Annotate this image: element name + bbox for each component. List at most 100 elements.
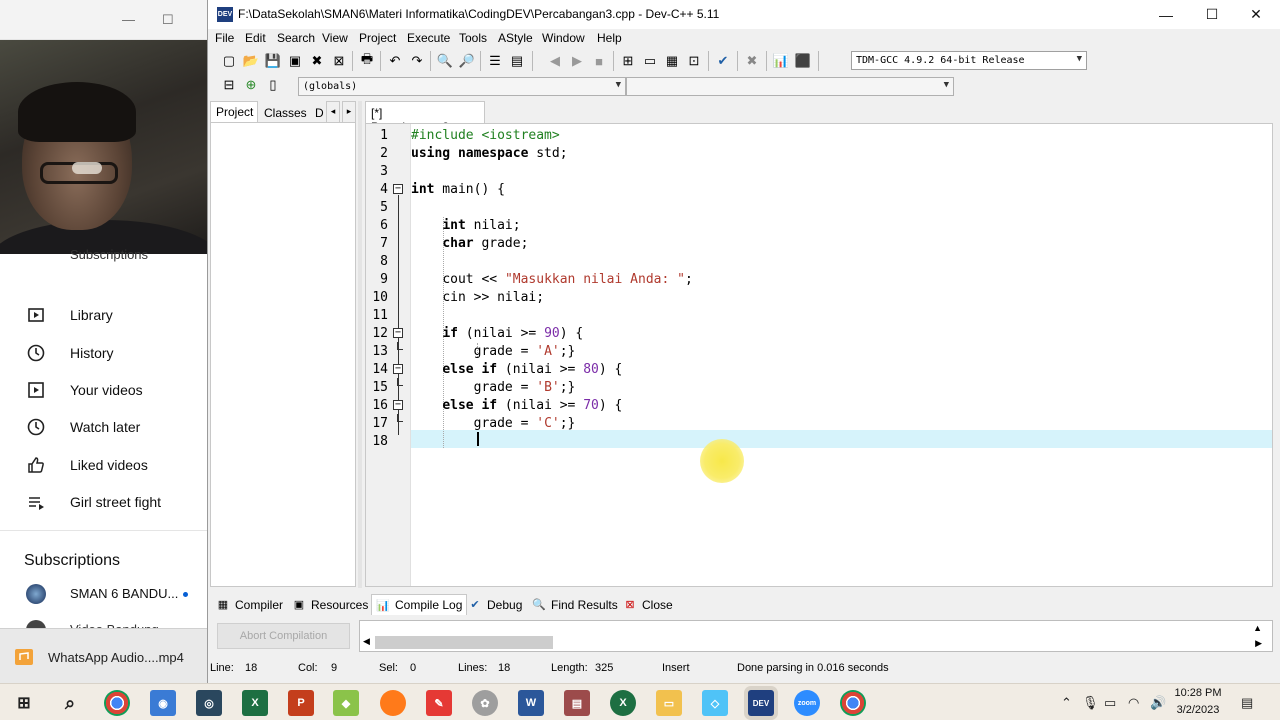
clock-time[interactable]: 10:28 PM (1168, 687, 1228, 699)
menu-tools[interactable]: Tools (459, 31, 487, 45)
powerpoint-icon[interactable]: P (288, 690, 314, 716)
compile-run-icon[interactable]: ▦ (662, 51, 682, 71)
stop-icon[interactable]: ✖ (742, 51, 762, 71)
close-button[interactable]: ✕ (1233, 0, 1279, 29)
panel-splitter[interactable] (358, 101, 362, 588)
compile-icon[interactable]: ⊞ (618, 51, 638, 71)
bookmark-icon[interactable]: ▤ (507, 51, 527, 71)
app-icon[interactable]: ◉ (150, 690, 176, 716)
tab-project[interactable]: Project (210, 101, 258, 123)
close-all-icon[interactable]: ⊠ (329, 51, 349, 71)
menu-view[interactable]: View (322, 31, 348, 45)
sidebar-item-playlist[interactable]: Girl street fight (0, 484, 207, 520)
run-icon[interactable]: ▭ (640, 51, 660, 71)
editor-file-tab[interactable]: [*] Percabangan3.cpp (365, 101, 485, 134)
subscriptions-link-partial[interactable]: Subscriptions (70, 247, 148, 262)
code-editor[interactable]: 1 2 3 4 5 6 7 8 9 10 11 12 13 14 15 16 1… (365, 123, 1273, 587)
fold-minus-icon[interactable]: − (393, 400, 403, 410)
menu-astyle[interactable]: AStyle (498, 31, 533, 45)
replace-icon[interactable]: 🔎 (457, 51, 477, 71)
tab-close[interactable]: ⊠ Close (623, 595, 672, 614)
compiler-select[interactable]: TDM-GCC 4.9.2 64-bit Release ▼ (851, 51, 1087, 70)
horizontal-scrollbar-thumb[interactable] (375, 636, 553, 649)
windows-start-icon[interactable]: ⊞ (11, 690, 37, 716)
menu-help[interactable]: Help (597, 31, 622, 45)
goto-line-icon[interactable]: ☰ (485, 51, 505, 71)
tab-compile-log[interactable]: 📊 Compile Log (371, 594, 468, 615)
tab-scroll-left[interactable]: ◂ (326, 101, 340, 123)
app-icon[interactable]: ▤ (564, 690, 590, 716)
fold-minus-icon[interactable]: − (393, 328, 403, 338)
sidebar-item-liked-videos[interactable]: Liked videos (0, 447, 207, 483)
print-icon[interactable]: 🖶 (357, 51, 377, 71)
chrome-icon[interactable] (104, 690, 130, 716)
sidebar-item-your-videos[interactable]: Your videos (0, 372, 207, 408)
tab-debug[interactable]: D (315, 101, 325, 123)
sidebar-item-watch-later[interactable]: Watch later (0, 409, 207, 445)
word-icon[interactable]: W (518, 690, 544, 716)
firefox-icon[interactable] (380, 690, 406, 716)
scope-dropdown[interactable]: (globals) ▼ (298, 77, 626, 96)
fold-minus-icon[interactable]: − (393, 184, 403, 194)
tab-compiler[interactable]: ▦ Compiler (216, 595, 283, 614)
sidebar-item-library[interactable]: Library (0, 297, 207, 333)
save-icon[interactable]: 💾 (263, 51, 283, 71)
undo-icon[interactable]: ↶ (385, 51, 405, 71)
volume-icon[interactable]: 🔊 (1150, 695, 1166, 711)
project-panel[interactable] (210, 122, 356, 587)
steam-icon[interactable]: ◎ (196, 690, 222, 716)
find-icon[interactable]: 🔍 (435, 51, 455, 71)
app-icon[interactable]: ◇ (702, 690, 728, 716)
uncomment-icon[interactable]: ▯ (263, 75, 283, 95)
battery-icon[interactable]: ▭ (1104, 695, 1116, 711)
chevron-up-icon[interactable]: ⌃ (1061, 695, 1072, 711)
excel-icon[interactable]: X (242, 690, 268, 716)
channel-name[interactable]: SMAN 6 BANDU... (70, 586, 178, 601)
notifications-icon[interactable]: ▤ (1241, 695, 1253, 711)
microphone-icon[interactable]: 🎙 (1082, 695, 1099, 711)
channel-avatar[interactable] (26, 584, 46, 604)
tab-classes[interactable]: Classes (264, 101, 308, 123)
app-icon[interactable]: ✿ (472, 690, 498, 716)
search-icon[interactable]: ⌕ (57, 690, 83, 716)
save-all-icon[interactable]: ▣ (285, 51, 305, 71)
check-syntax-icon[interactable]: ✔ (713, 51, 733, 71)
toggle-bookmark-icon[interactable]: ■ (589, 51, 609, 71)
insert-icon[interactable]: ⊟ (219, 75, 239, 95)
close-file-icon[interactable]: ✖ (307, 51, 327, 71)
forward-icon[interactable]: ▶ (567, 51, 587, 71)
app-icon[interactable]: ✎ (426, 690, 452, 716)
devcpp-icon[interactable]: DEV (748, 690, 774, 716)
maximize-icon[interactable]: ☐ (162, 12, 174, 28)
open-icon[interactable]: 📂 (241, 51, 261, 71)
chrome-icon[interactable] (840, 690, 866, 716)
download-notification[interactable]: WhatsApp Audio....mp4 (0, 628, 207, 683)
zoom-icon[interactable]: zoom (794, 690, 820, 716)
fold-minus-icon[interactable]: − (393, 364, 403, 374)
excel-icon[interactable]: X (610, 690, 636, 716)
menu-project[interactable]: Project (359, 31, 396, 45)
clock-date[interactable]: 3/2/2023 (1168, 704, 1228, 716)
tab-find-results[interactable]: 🔍 Find Results (532, 595, 618, 614)
minimize-button[interactable]: — (1143, 0, 1189, 29)
abort-compilation-button[interactable]: Abort Compilation (217, 623, 350, 649)
profile-delete-icon[interactable]: ⬛ (793, 51, 813, 71)
scroll-up-icon[interactable]: ▲ (1253, 623, 1262, 633)
menu-window[interactable]: Window (542, 31, 585, 45)
scroll-left-icon[interactable]: ◀ (363, 636, 370, 647)
wifi-icon[interactable]: ◠ (1128, 695, 1139, 711)
app-icon[interactable]: ◆ (333, 690, 359, 716)
new-file-icon[interactable]: ▢ (219, 51, 239, 71)
tab-debug[interactable]: ✔ Debug (468, 595, 522, 614)
menu-execute[interactable]: Execute (407, 31, 450, 45)
tab-resources[interactable]: ▣ Resources (292, 595, 369, 614)
redo-icon[interactable]: ↷ (407, 51, 427, 71)
back-icon[interactable]: ◀ (545, 51, 565, 71)
sidebar-item-history[interactable]: History (0, 335, 207, 371)
maximize-button[interactable]: ☐ (1189, 0, 1235, 29)
menu-search[interactable]: Search (277, 31, 315, 45)
member-dropdown[interactable]: ▼ (626, 77, 954, 96)
chart-icon[interactable]: 📊 (771, 51, 791, 71)
menu-file[interactable]: File (215, 31, 234, 45)
rebuild-icon[interactable]: ⊡ (684, 51, 704, 71)
